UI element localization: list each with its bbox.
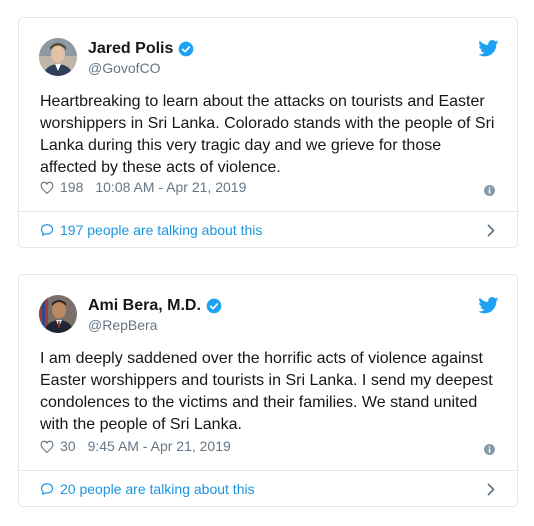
tweet-text: I am deeply saddened over the horrific a… bbox=[40, 350, 493, 433]
tweet-card[interactable]: Jared Polis @GovofCO Heartbreaking to le… bbox=[18, 17, 518, 248]
conversation-link[interactable]: 197 people are talking about this bbox=[40, 222, 262, 238]
avatar[interactable] bbox=[39, 38, 77, 76]
avatar-image bbox=[39, 38, 77, 76]
divider bbox=[19, 470, 517, 471]
verified-icon bbox=[179, 41, 194, 56]
talking-count[interactable]: 20 people are talking about this bbox=[60, 481, 255, 497]
verified-icon bbox=[206, 298, 222, 313]
comment-bubble-icon bbox=[40, 224, 54, 236]
timestamp[interactable]: 9:45 AM - Apr 21, 2019 bbox=[88, 438, 231, 454]
like-count[interactable]: 30 bbox=[60, 438, 76, 454]
twitter-bird-icon[interactable] bbox=[478, 297, 499, 314]
heart-icon[interactable] bbox=[40, 181, 54, 194]
author-name[interactable]: Ami Bera, M.D. bbox=[88, 296, 201, 315]
chevron-right-icon[interactable] bbox=[487, 224, 495, 237]
author-handle[interactable]: @RepBera bbox=[88, 317, 157, 333]
timestamp[interactable]: 10:08 AM - Apr 21, 2019 bbox=[95, 179, 246, 195]
tweet-text: Heartbreaking to learn about the attacks… bbox=[40, 93, 495, 176]
tweet-card[interactable]: Ami Bera, M.D. @RepBera I am deeply sadd… bbox=[18, 274, 518, 507]
author-name[interactable]: Jared Polis bbox=[88, 39, 173, 58]
comment-bubble-icon bbox=[40, 483, 54, 495]
info-icon[interactable] bbox=[484, 444, 495, 455]
tweet-meta: 198 10:08 AM - Apr 21, 2019 bbox=[40, 179, 246, 195]
like-count[interactable]: 198 bbox=[60, 179, 83, 195]
heart-icon[interactable] bbox=[40, 440, 54, 453]
chevron-right-icon[interactable] bbox=[487, 483, 495, 496]
divider bbox=[19, 211, 517, 212]
conversation-link[interactable]: 20 people are talking about this bbox=[40, 481, 255, 497]
avatar-image bbox=[39, 295, 77, 333]
avatar[interactable] bbox=[39, 295, 77, 333]
author-handle[interactable]: @GovofCO bbox=[88, 60, 161, 76]
talking-count[interactable]: 197 people are talking about this bbox=[60, 222, 262, 238]
twitter-bird-icon[interactable] bbox=[478, 40, 499, 57]
tweet-meta: 30 9:45 AM - Apr 21, 2019 bbox=[40, 438, 231, 454]
info-icon[interactable] bbox=[484, 185, 495, 196]
